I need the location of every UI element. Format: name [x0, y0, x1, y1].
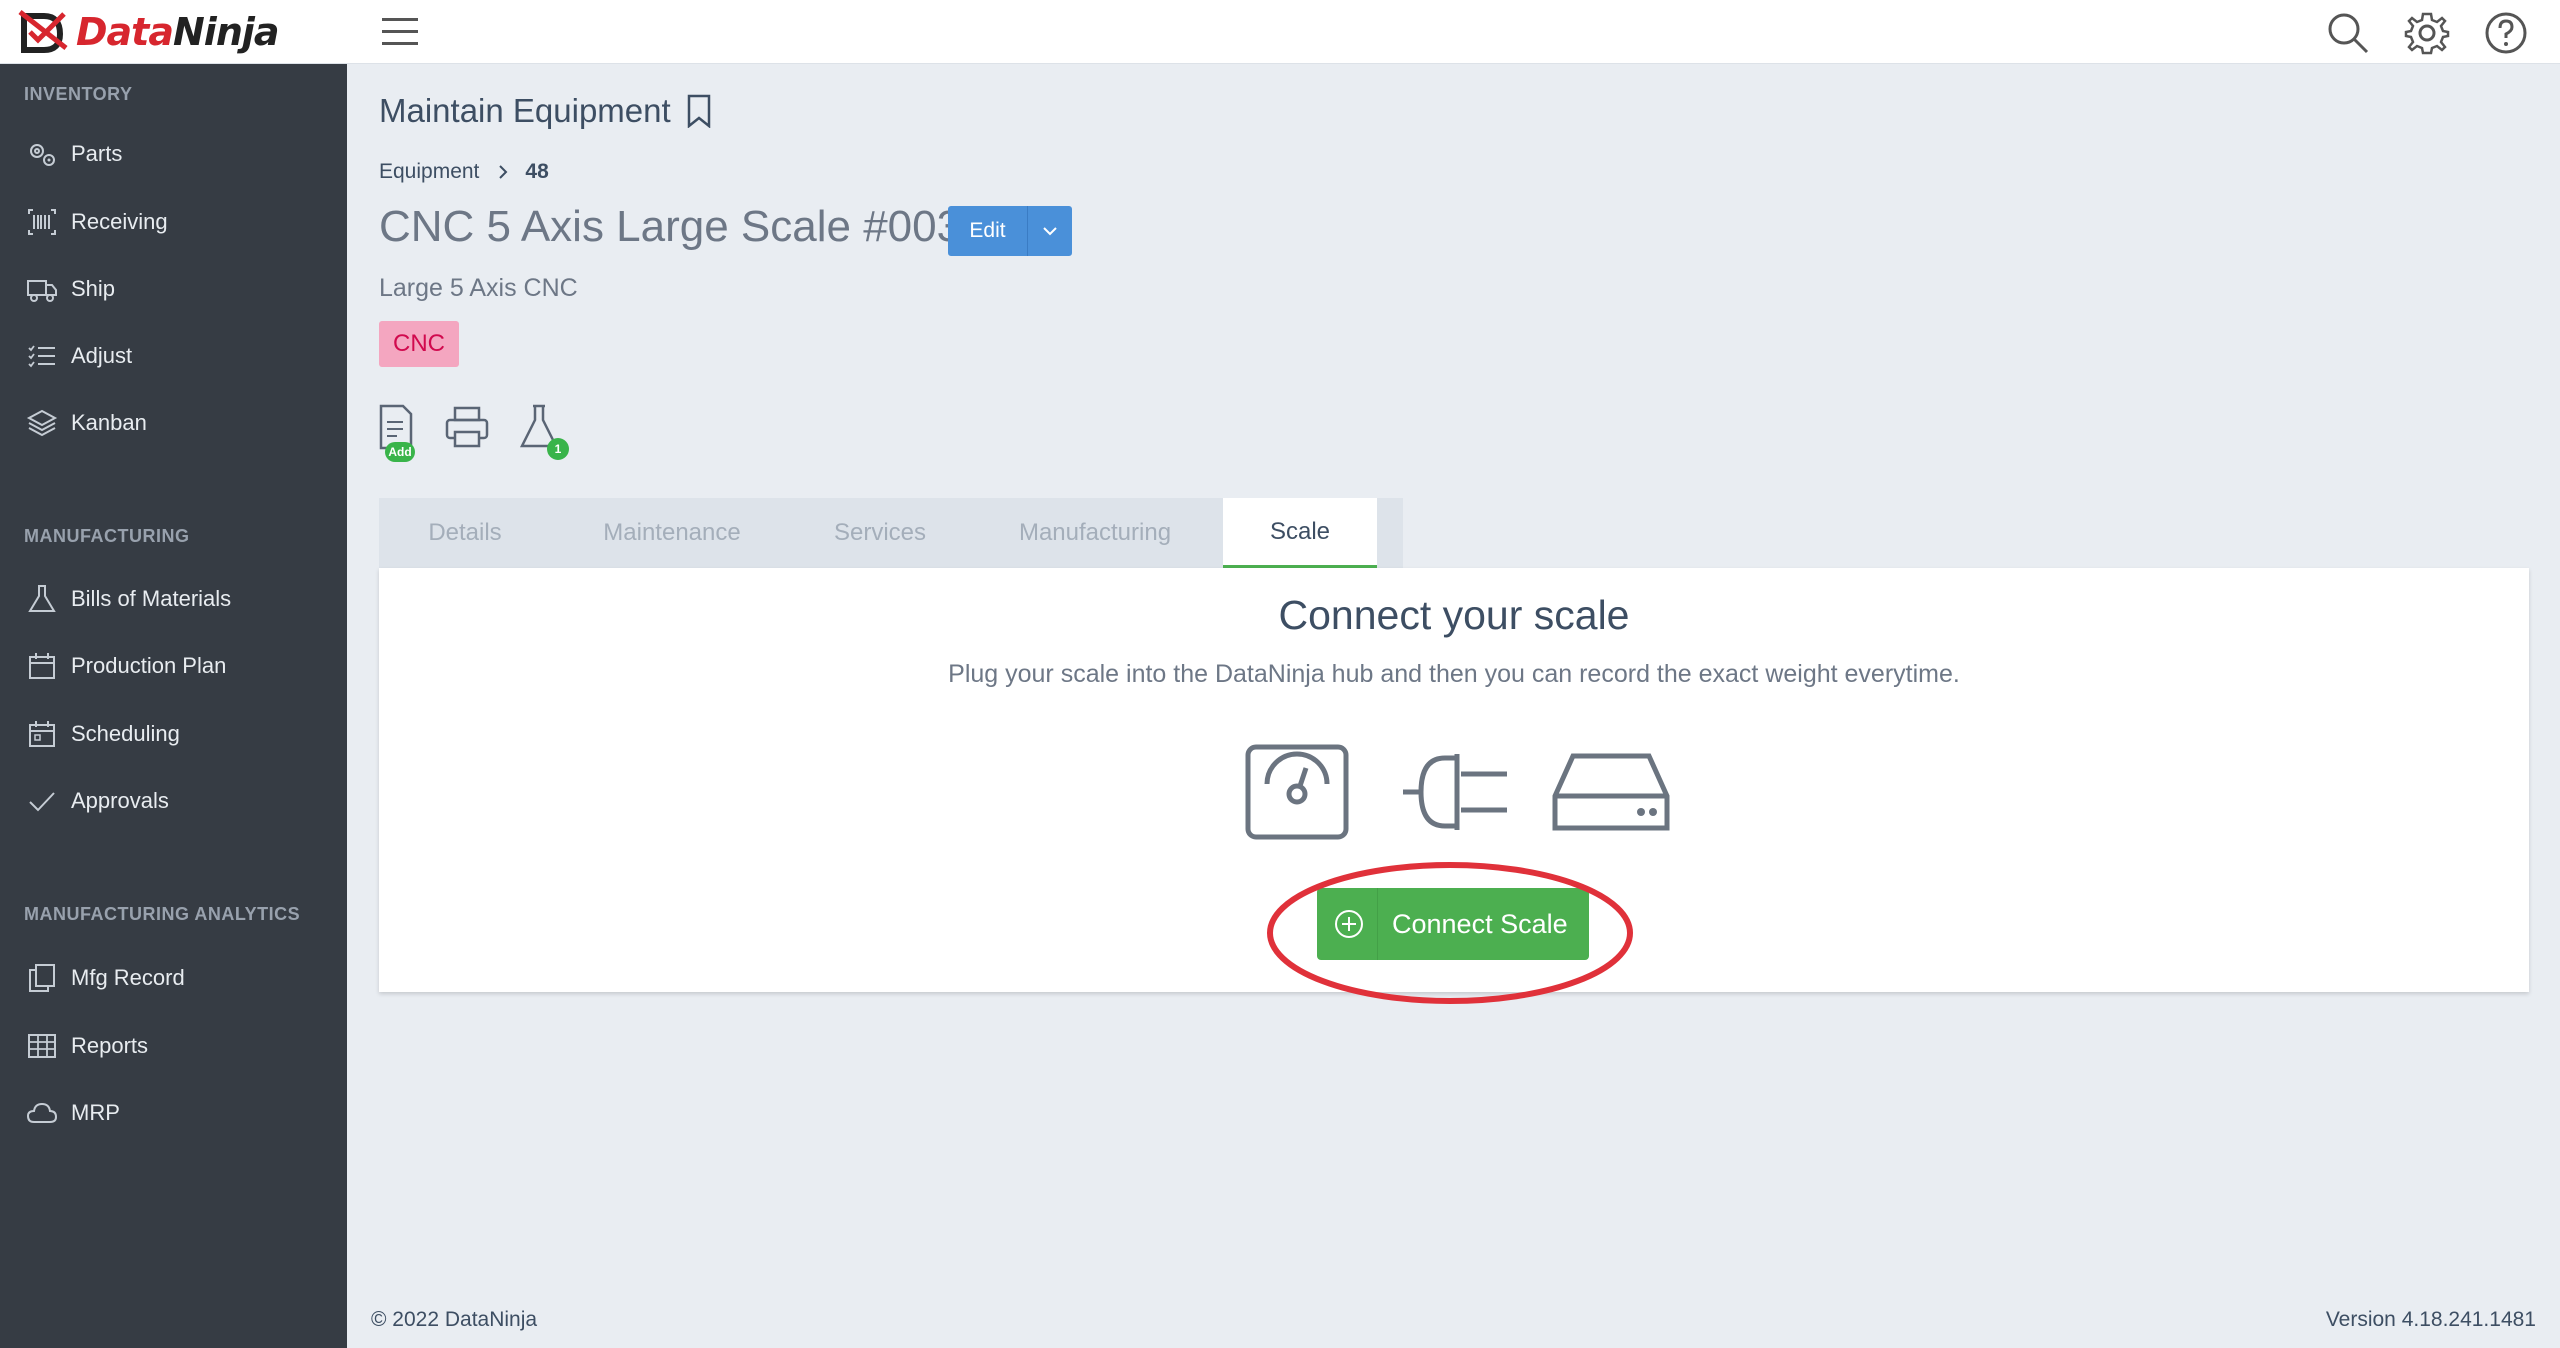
cloud-icon	[26, 1102, 58, 1123]
sidebar-item-label: Reports	[71, 1033, 149, 1058]
edit-button-group: Edit	[948, 206, 1072, 256]
gear-icon[interactable]	[2404, 10, 2450, 56]
add-document-action[interactable]: Add	[377, 404, 429, 462]
equipment-title[interactable]: CNC 5 Axis Large Scale #003	[379, 202, 961, 252]
sidebar-item-kanban[interactable]: Kanban	[0, 395, 347, 451]
sidebar-item-label: Receiving	[71, 209, 168, 234]
truck-icon	[27, 280, 57, 302]
top-bar: DataNinja	[0, 0, 2560, 64]
sidebar-item-label: Bills of Materials	[71, 586, 232, 611]
menu-icon[interactable]	[380, 14, 420, 50]
breadcrumb-equipment-link[interactable]: Equipment	[379, 160, 479, 184]
sidebar: INVENTORY Parts Receiving Ship Adjust Ka…	[0, 64, 347, 1348]
sidebar-item-mrp[interactable]: MRP	[0, 1085, 347, 1141]
breadcrumb: Equipment 48	[379, 160, 549, 184]
sidebar-item-label: Scheduling	[71, 721, 180, 746]
connect-scale-button[interactable]: Connect Scale	[1317, 888, 1589, 960]
footer-copyright: © 2022 DataNinja	[371, 1308, 538, 1331]
hub-drive-icon	[1552, 753, 1670, 831]
sidebar-item-label: Kanban	[71, 410, 147, 435]
sidebar-item-label: Parts	[71, 141, 123, 166]
sidebar-item-production-plan[interactable]: Production Plan	[0, 638, 347, 694]
page-title: Maintain Equipment	[379, 92, 713, 130]
calendar-icon	[29, 653, 55, 679]
search-icon[interactable]	[2325, 10, 2371, 56]
flask-icon	[28, 585, 56, 612]
tab-bar: Details Maintenance Services Manufacturi…	[379, 498, 1403, 568]
plus-circle-icon	[1335, 910, 1363, 938]
tab-services[interactable]: Services	[793, 498, 967, 568]
check-icon	[29, 792, 55, 812]
flask-action[interactable]: 1	[517, 404, 569, 460]
connect-scale-label: Connect Scale	[1392, 908, 1568, 939]
sidebar-item-label: MRP	[71, 1100, 120, 1125]
table-icon	[28, 1034, 56, 1058]
barcode-icon	[28, 209, 56, 235]
button-divider	[1377, 888, 1378, 960]
sidebar-item-mfg-record[interactable]: Mfg Record	[0, 950, 347, 1006]
tab-manufacturing[interactable]: Manufacturing	[967, 498, 1223, 568]
sidebar-item-approvals[interactable]: Approvals	[0, 773, 347, 829]
sidebar-item-reports[interactable]: Reports	[0, 1018, 347, 1074]
sidebar-item-label: Approvals	[71, 788, 169, 813]
logo[interactable]: DataNinja	[16, 8, 280, 56]
tab-maintenance[interactable]: Maintenance	[551, 498, 793, 568]
page-title-text: Maintain Equipment	[379, 92, 671, 129]
chevron-right-icon	[499, 165, 508, 179]
add-badge: Add	[385, 442, 415, 462]
print-action[interactable]	[443, 404, 495, 460]
sidebar-item-bills-of-materials[interactable]: Bills of Materials	[0, 571, 347, 627]
footer-version: Version 4.18.241.1481	[2325, 1308, 2536, 1331]
main-content: Maintain Equipment Equipment 48 CNC 5 Ax…	[347, 64, 2560, 1348]
breadcrumb-current: 48	[525, 160, 549, 183]
nav-section-inventory: INVENTORY	[24, 84, 133, 104]
sidebar-item-label: Production Plan	[71, 653, 227, 678]
bookmark-icon[interactable]	[685, 94, 713, 128]
sidebar-item-receiving[interactable]: Receiving	[0, 194, 347, 250]
edit-button[interactable]: Edit	[948, 206, 1028, 256]
sidebar-item-label: Ship	[71, 276, 116, 301]
layers-icon	[26, 409, 58, 437]
edit-dropdown-toggle[interactable]	[1028, 206, 1072, 256]
checklist-icon	[28, 345, 55, 368]
plug-icon	[1403, 754, 1507, 830]
category-tag: CNC	[379, 321, 459, 367]
tab-details[interactable]: Details	[379, 498, 551, 568]
help-icon[interactable]	[2483, 10, 2529, 56]
sidebar-item-label: Adjust	[71, 343, 133, 368]
scale-icon	[1245, 744, 1349, 840]
sidebar-item-ship[interactable]: Ship	[0, 261, 347, 317]
sidebar-item-parts[interactable]: Parts	[0, 126, 347, 182]
flask-count-badge: 1	[547, 438, 569, 460]
chevron-down-icon	[1043, 227, 1057, 236]
equipment-subtitle: Large 5 Axis CNC	[379, 274, 578, 302]
scale-panel-description: Plug your scale into the DataNinja hub a…	[948, 660, 1960, 688]
sidebar-item-label: Mfg Record	[71, 965, 185, 990]
sidebar-item-scheduling[interactable]: Scheduling	[0, 706, 347, 762]
scale-panel: Connect your scale Plug your scale into …	[379, 568, 2529, 992]
copy-icon	[29, 964, 55, 992]
scale-panel-title: Connect your scale	[1278, 592, 1630, 638]
gears-icon	[30, 144, 55, 166]
ninja-logo-icon	[18, 10, 68, 53]
nav-section-manufacturing-analytics: MANUFACTURING ANALYTICS	[24, 904, 301, 924]
logo-text: DataNinja	[76, 10, 280, 54]
tab-scale[interactable]: Scale	[1223, 498, 1377, 568]
sidebar-item-adjust[interactable]: Adjust	[0, 328, 347, 384]
calendar-grid-icon	[29, 721, 55, 747]
printer-icon	[445, 406, 489, 448]
nav-section-manufacturing: MANUFACTURING	[24, 526, 190, 546]
